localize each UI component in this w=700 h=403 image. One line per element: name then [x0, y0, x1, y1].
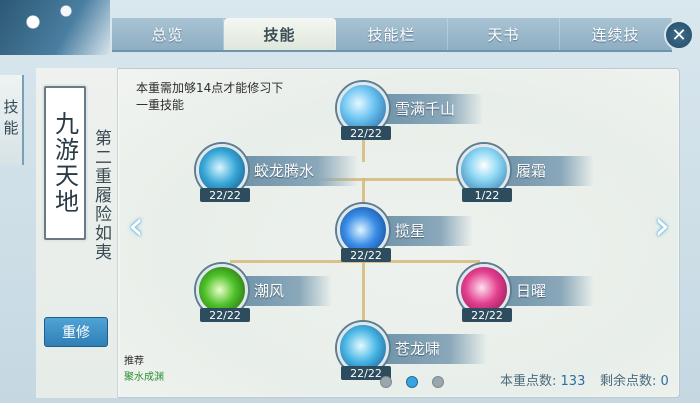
tab-bar: 总览 技能 技能栏 天书 连续技	[112, 18, 672, 52]
tab-heavenly-book[interactable]: 天书	[448, 18, 560, 50]
reset-button[interactable]: 重修	[44, 317, 108, 347]
skill-level: 22/22	[341, 248, 391, 262]
remaining-points-label: 剩余点数:	[600, 374, 657, 389]
school-scroll-card: 九游天地	[44, 86, 86, 240]
skill-node[interactable]: 履霜 1/22	[458, 144, 598, 202]
recommend-sub: 聚水成渊	[124, 372, 164, 383]
skill-level: 1/22	[462, 188, 512, 202]
skill-name: 蛟龙腾水	[254, 162, 315, 180]
tab-combo[interactable]: 连续技	[560, 18, 672, 50]
stage-title: 第二重履险如夷	[91, 128, 111, 262]
tab-skills[interactable]: 技能	[224, 18, 336, 50]
skill-level: 22/22	[462, 308, 512, 322]
skill-name: 雪满千山	[395, 100, 456, 118]
recommend-label: 推荐	[124, 356, 144, 367]
next-page-arrow[interactable]: ›	[650, 204, 674, 248]
stage-points-label: 本重点数:	[500, 374, 557, 389]
skill-node[interactable]: 揽星 22/22	[337, 204, 477, 262]
skill-level: 22/22	[200, 308, 250, 322]
page-dot-active[interactable]	[406, 376, 418, 388]
skill-node[interactable]: 日曜 22/22	[458, 264, 598, 322]
skill-name: 潮风	[254, 282, 285, 300]
skill-level: 22/22	[341, 126, 391, 140]
skill-node[interactable]: 苍龙啸 22/22	[337, 322, 487, 380]
decorative-plum-blossom	[0, 0, 110, 55]
skill-name: 履霜	[516, 162, 547, 180]
skill-node[interactable]: 潮风 22/22	[196, 264, 336, 322]
side-tab-skills[interactable]: 技能	[0, 75, 24, 165]
tab-overview[interactable]: 总览	[112, 18, 224, 50]
skill-node[interactable]: 蛟龙腾水 22/22	[196, 144, 358, 202]
skill-node[interactable]: 雪满千山 22/22	[337, 82, 487, 140]
close-icon: ✕	[671, 24, 687, 46]
prev-page-arrow[interactable]: ‹	[124, 204, 148, 248]
page-dot[interactable]	[380, 376, 392, 388]
requirement-text: 本重需加够14点才能修习下一重技能	[136, 81, 284, 112]
skill-level: 22/22	[200, 188, 250, 202]
remaining-points: 剩余点数: 0	[600, 370, 669, 389]
remaining-points-value: 0	[660, 374, 669, 389]
stage-points: 本重点数: 133	[500, 370, 585, 389]
page-dot[interactable]	[432, 376, 444, 388]
close-button[interactable]: ✕	[664, 20, 694, 50]
skill-name: 日曜	[516, 282, 547, 300]
skill-name: 苍龙啸	[395, 340, 441, 358]
skill-name: 揽星	[395, 222, 426, 240]
page-indicator	[380, 376, 444, 388]
tab-skill-bar[interactable]: 技能栏	[336, 18, 448, 50]
stage-points-value: 133	[560, 374, 586, 389]
